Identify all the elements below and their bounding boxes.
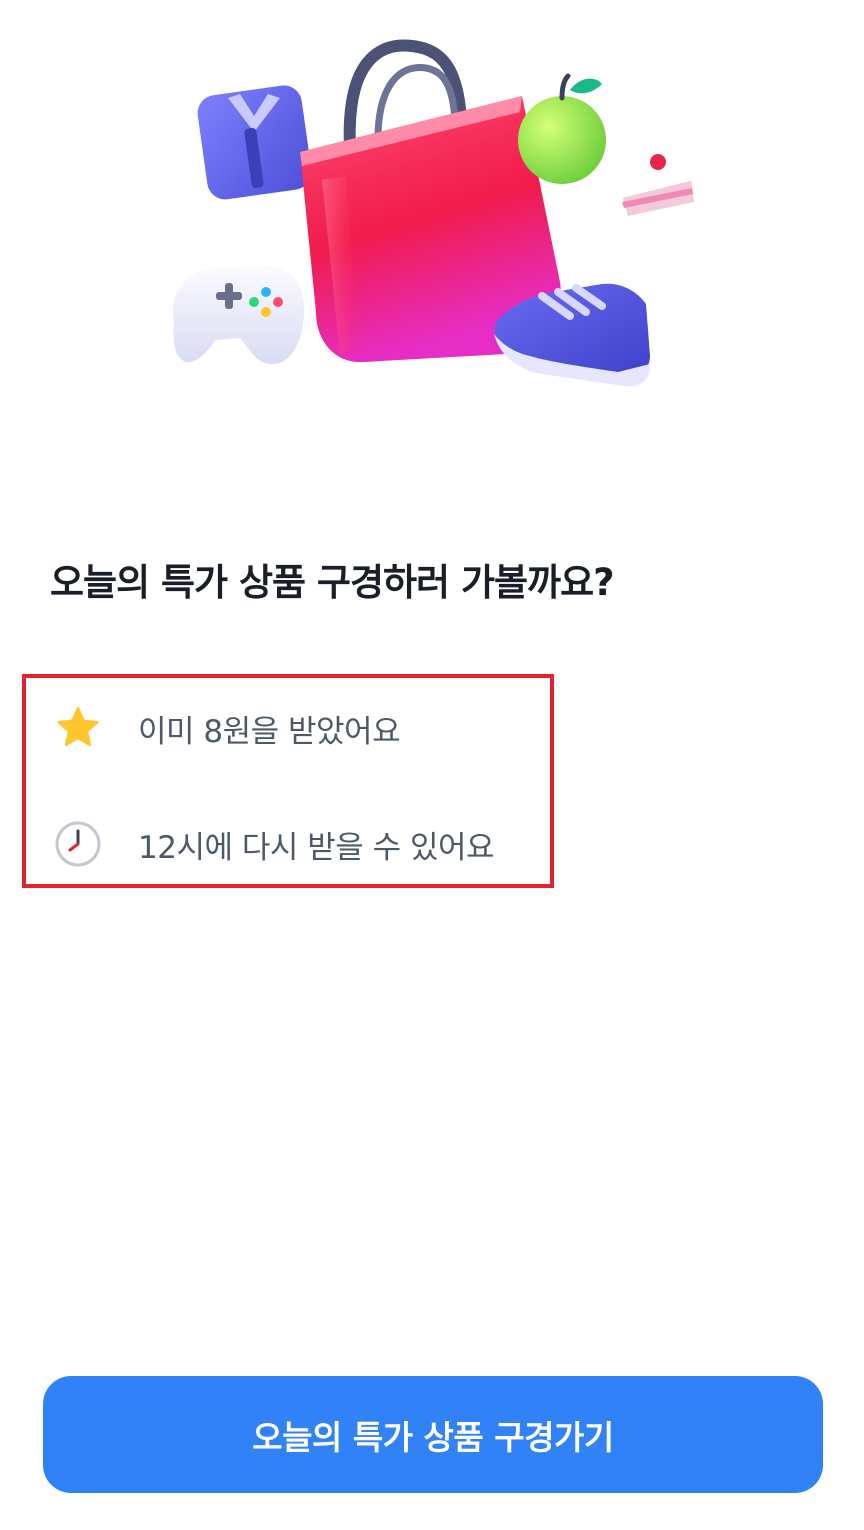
game-controller-icon: [173, 266, 305, 365]
next-reward-time-text: 12시에 다시 받을 수 있어요: [138, 829, 495, 866]
cake-icon: [620, 154, 694, 216]
next-reward-time-row: 12시에 다시 받을 수 있어요: [52, 816, 495, 872]
browse-deals-button[interactable]: 오늘의 특가 상품 구경가기: [43, 1376, 823, 1493]
reward-received-row: 이미 8원을 받았어요: [52, 700, 401, 756]
reward-received-text: 이미 8원을 받았어요: [138, 713, 401, 750]
clock-icon: [52, 818, 104, 870]
apple-icon: [518, 73, 606, 184]
reward-info-box: 이미 8원을 받았어요 12시에 다시 받을 수 있어요: [22, 674, 554, 888]
shirt-icon: [197, 85, 312, 200]
shopping-illustration: [173, 39, 694, 387]
star-icon: [52, 702, 104, 754]
page-title: 오늘의 특가 상품 구경하러 가볼까요?: [50, 561, 615, 604]
